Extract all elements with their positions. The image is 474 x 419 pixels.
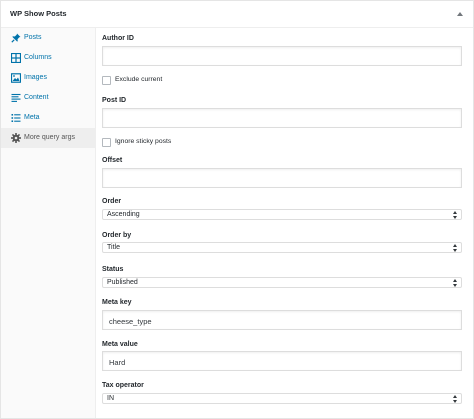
tab-content-label: Content xyxy=(24,94,49,101)
tax-operator-select[interactable]: IN xyxy=(102,393,462,404)
select-arrows-icon xyxy=(453,244,458,252)
meta-value-input[interactable]: Hard xyxy=(102,351,462,371)
post-id-label: Post ID xyxy=(102,97,127,104)
order-select-value: Ascending xyxy=(107,211,140,218)
select-arrows-icon xyxy=(453,395,458,403)
list-icon xyxy=(11,114,21,122)
meta-key-label: Meta key xyxy=(102,299,132,306)
order-by-select[interactable]: Title xyxy=(102,242,462,253)
metabox-header[interactable]: WP Show Posts xyxy=(1,1,473,28)
exclude-current-label: Exclude current xyxy=(115,76,163,83)
collapse-toggle-icon[interactable] xyxy=(457,12,463,16)
post-id-input[interactable] xyxy=(102,108,462,128)
status-select-value: Published xyxy=(107,279,138,286)
author-id-label: Author ID xyxy=(102,35,134,42)
tab-more-query-args-label: More query args xyxy=(24,134,75,141)
ignore-sticky-checkbox[interactable] xyxy=(102,138,111,147)
tax-operator-select-value: IN xyxy=(107,395,114,402)
wp-show-posts-metabox: WP Show Posts Posts Columns Images Conte… xyxy=(0,0,474,419)
settings-panel: Author ID Exclude current Post ID Ignore… xyxy=(96,28,473,418)
tab-columns-label: Columns xyxy=(24,54,52,61)
meta-key-input[interactable]: cheese_type xyxy=(102,310,462,330)
tab-columns[interactable]: Columns xyxy=(1,48,95,68)
tab-images[interactable]: Images xyxy=(1,68,95,88)
gear-icon xyxy=(11,133,21,143)
select-arrows-icon xyxy=(453,211,458,219)
order-label: Order xyxy=(102,198,122,205)
author-id-input[interactable] xyxy=(102,46,462,66)
tab-content[interactable]: Content xyxy=(1,88,95,108)
order-select[interactable]: Ascending xyxy=(102,209,462,220)
tab-posts-label: Posts xyxy=(24,34,42,41)
offset-input[interactable] xyxy=(102,168,462,188)
tax-operator-label: Tax operator xyxy=(102,382,144,389)
status-select[interactable]: Published xyxy=(102,277,462,288)
settings-sidebar: Posts Columns Images Content Meta More q… xyxy=(1,28,96,418)
content-icon xyxy=(11,93,21,102)
status-label: Status xyxy=(102,266,124,273)
meta-value-label: Meta value xyxy=(102,341,138,348)
offset-label: Offset xyxy=(102,157,123,164)
tab-meta-label: Meta xyxy=(24,114,40,121)
tab-meta[interactable]: Meta xyxy=(1,108,95,128)
metabox-title: WP Show Posts xyxy=(10,9,67,18)
order-by-label: Order by xyxy=(102,232,132,239)
ignore-sticky-label: Ignore sticky posts xyxy=(115,138,172,145)
columns-icon xyxy=(11,53,21,63)
image-icon xyxy=(11,73,21,83)
tab-posts[interactable]: Posts xyxy=(1,28,95,48)
order-by-select-value: Title xyxy=(107,244,120,251)
tab-images-label: Images xyxy=(24,74,47,81)
pin-icon xyxy=(11,33,21,43)
exclude-current-checkbox[interactable] xyxy=(102,76,111,85)
select-arrows-icon xyxy=(453,279,458,287)
tab-more-query-args[interactable]: More query args xyxy=(1,128,95,148)
